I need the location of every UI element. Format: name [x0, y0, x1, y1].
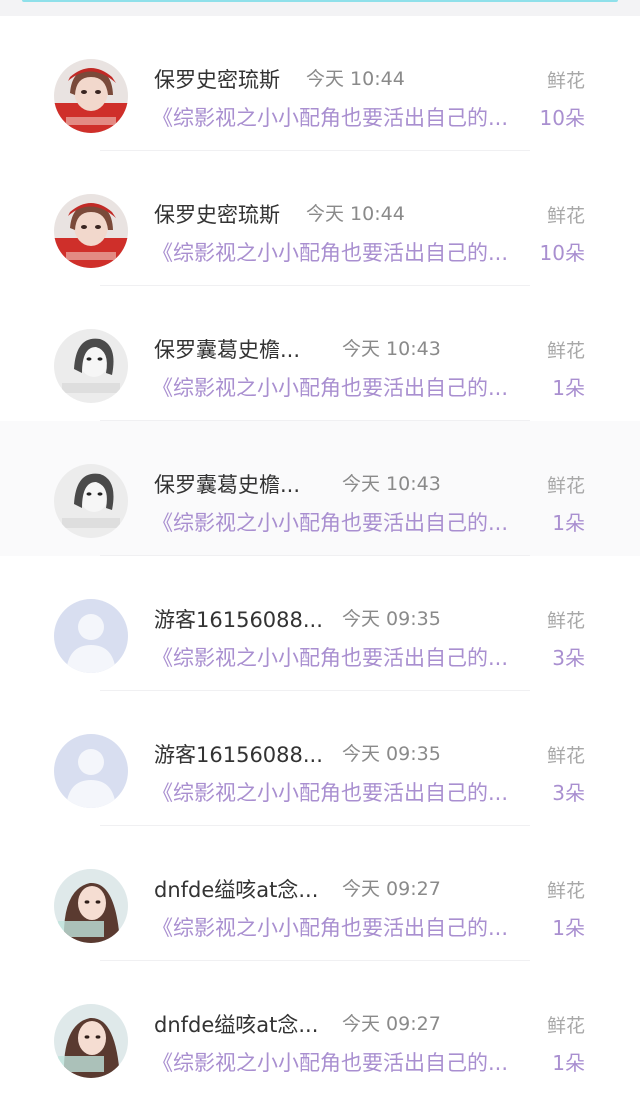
gift-count: 1朵 — [552, 916, 585, 940]
user-name[interactable]: 游客16156088... — [154, 739, 323, 769]
timestamp: 今天 09:27 — [342, 878, 441, 900]
user-name[interactable]: 保罗史密琉斯 — [154, 199, 280, 229]
timestamp: 今天 09:35 — [342, 608, 441, 630]
gift-count: 3朵 — [552, 646, 585, 670]
gift-type-label: 鲜花 — [546, 205, 585, 227]
timestamp: 今天 10:43 — [342, 338, 441, 360]
avatar[interactable] — [54, 1004, 128, 1078]
top-strip — [0, 0, 640, 16]
gift-record-list: 保罗史密琉斯 今天 10:44 《综影视之小小配角也要活出自己的... 鲜花 1… — [0, 16, 640, 1096]
gift-type-label: 鲜花 — [546, 610, 585, 632]
gift-type-label: 鲜花 — [546, 745, 585, 767]
user-name[interactable]: 保罗史密琉斯 — [154, 64, 280, 94]
gift-count: 1朵 — [552, 511, 585, 535]
avatar[interactable] — [54, 464, 128, 538]
timestamp: 今天 10:44 — [306, 203, 405, 225]
list-item[interactable]: 游客16156088... 今天 09:35 《综影视之小小配角也要活出自己的.… — [0, 691, 640, 826]
user-name[interactable]: dnfde缢咳at念... — [154, 874, 318, 904]
book-title-link[interactable]: 《综影视之小小配角也要活出自己的... — [152, 102, 532, 132]
timestamp: 今天 10:44 — [306, 68, 405, 90]
gift-count: 10朵 — [539, 106, 585, 130]
book-title-link[interactable]: 《综影视之小小配角也要活出自己的... — [152, 912, 532, 942]
gift-count: 1朵 — [552, 1051, 585, 1075]
book-title-link[interactable]: 《综影视之小小配角也要活出自己的... — [152, 237, 532, 267]
avatar[interactable] — [54, 734, 128, 808]
gift-type-label: 鲜花 — [546, 70, 585, 92]
user-name[interactable]: dnfde缢咳at念... — [154, 1009, 318, 1039]
book-title-link[interactable]: 《综影视之小小配角也要活出自己的... — [152, 642, 532, 672]
avatar[interactable] — [54, 59, 128, 133]
list-item[interactable]: 保罗史密琉斯 今天 10:44 《综影视之小小配角也要活出自己的... 鲜花 1… — [0, 151, 640, 286]
list-item[interactable]: 保罗囊葛史檐... 今天 10:43 《综影视之小小配角也要活出自己的... 鲜… — [0, 421, 640, 556]
list-item[interactable]: dnfde缢咳at念... 今天 09:27 《综影视之小小配角也要活出自己的.… — [0, 961, 640, 1096]
timestamp: 今天 10:43 — [342, 473, 441, 495]
gift-type-label: 鲜花 — [546, 475, 585, 497]
book-title-link[interactable]: 《综影视之小小配角也要活出自己的... — [152, 1047, 532, 1077]
book-title-link[interactable]: 《综影视之小小配角也要活出自己的... — [152, 777, 532, 807]
list-item[interactable]: 保罗史密琉斯 今天 10:44 《综影视之小小配角也要活出自己的... 鲜花 1… — [0, 16, 640, 151]
list-item[interactable]: 游客16156088... 今天 09:35 《综影视之小小配角也要活出自己的.… — [0, 556, 640, 691]
user-name[interactable]: 保罗囊葛史檐... — [154, 469, 300, 499]
avatar[interactable] — [54, 329, 128, 403]
book-title-link[interactable]: 《综影视之小小配角也要活出自己的... — [152, 372, 532, 402]
book-title-link[interactable]: 《综影视之小小配角也要活出自己的... — [152, 507, 532, 537]
top-accent-bar — [22, 0, 618, 2]
gift-count: 3朵 — [552, 781, 585, 805]
timestamp: 今天 09:35 — [342, 743, 441, 765]
gift-count: 1朵 — [552, 376, 585, 400]
user-name[interactable]: 保罗囊葛史檐... — [154, 334, 300, 364]
avatar[interactable] — [54, 194, 128, 268]
gift-count: 10朵 — [539, 241, 585, 265]
gift-type-label: 鲜花 — [546, 880, 585, 902]
avatar[interactable] — [54, 869, 128, 943]
avatar[interactable] — [54, 599, 128, 673]
timestamp: 今天 09:27 — [342, 1013, 441, 1035]
list-item[interactable]: dnfde缢咳at念... 今天 09:27 《综影视之小小配角也要活出自己的.… — [0, 826, 640, 961]
user-name[interactable]: 游客16156088... — [154, 604, 323, 634]
list-item[interactable]: 保罗囊葛史檐... 今天 10:43 《综影视之小小配角也要活出自己的... 鲜… — [0, 286, 640, 421]
gift-type-label: 鲜花 — [546, 340, 585, 362]
gift-type-label: 鲜花 — [546, 1015, 585, 1037]
